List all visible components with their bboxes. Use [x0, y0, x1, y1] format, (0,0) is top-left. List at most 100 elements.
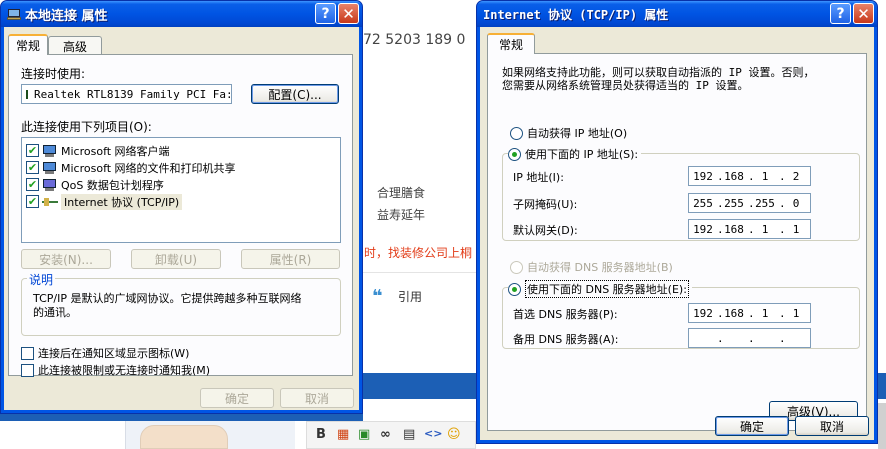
page-scrollbar[interactable]	[878, 403, 886, 449]
gateway-input[interactable]: 192. 168. 1. 1	[688, 219, 811, 239]
background-text-line1: 合理膳食	[377, 186, 426, 200]
ip-address-label: IP 地址(I):	[513, 171, 564, 184]
avatar	[140, 425, 228, 449]
list-item-label: Internet 协议 (TCP/IP)	[61, 193, 183, 210]
manual-ip-label: 使用下面的 IP 地址(S):	[525, 148, 639, 161]
color-icon[interactable]: ▦	[337, 427, 349, 442]
radio-selected[interactable]	[508, 282, 521, 296]
gateway-label: 默认网关(D):	[513, 224, 578, 237]
checkbox-unchecked[interactable]	[21, 363, 34, 377]
file-share-icon	[42, 161, 58, 175]
ip-octet-1: 192	[693, 169, 713, 183]
notify-label: 此连接被限制或无连接时通知我(M)	[38, 364, 211, 377]
left-window-titlebar[interactable]: 本地连接 属性 ? ✕	[1, 1, 362, 27]
ok-button[interactable]: 确定	[715, 416, 789, 436]
radio-selected[interactable]	[508, 147, 521, 161]
adapter-name: Realtek RTL8139 Family PCI Fa:	[34, 87, 232, 101]
ip-address-input[interactable]: 192. 168. 1. 2	[688, 166, 811, 186]
dns1-octet-4: 1	[792, 306, 800, 320]
preferred-dns-input[interactable]: 192. 168. 1. 1	[688, 303, 811, 323]
connection-properties-window: 本地连接 属性 ? ✕ 常规 高级 连接时使用: Realtek RTL8139…	[0, 0, 363, 414]
checkbox-checked[interactable]: ✔	[26, 144, 39, 157]
list-item-selected[interactable]: ✔ Internet 协议 (TCP/IP)	[26, 193, 183, 210]
quote-icon[interactable]: ❝	[372, 286, 383, 307]
checkbox-checked[interactable]: ✔	[26, 178, 39, 191]
components-list[interactable]: ✔ Microsoft 网络客户端 ✔ Microsoft 网络的文件和打印机共…	[21, 137, 341, 243]
mask-octet-2: 255	[724, 196, 744, 210]
items-label: 此连接使用下列项目(O):	[21, 120, 152, 134]
gateway-octet-2: 168	[724, 222, 744, 236]
network-connection-icon	[7, 7, 21, 21]
radio-unselected[interactable]	[510, 260, 523, 274]
right-window-client: 常规 如果网络支持此功能，则可以获取自动指派的 IP 设置。否则， 您需要从网络…	[480, 27, 874, 440]
bold-icon[interactable]: B	[316, 427, 326, 442]
gateway-octet-3: 1	[761, 222, 769, 236]
show-icon-checkbox[interactable]: 连接后在通知区域显示图标(W)	[21, 345, 189, 361]
auto-dns-radio[interactable]: 自动获得 DNS 服务器地址(B)	[510, 259, 673, 275]
help-button[interactable]: ?	[830, 3, 851, 24]
link-icon[interactable]: ∞	[380, 427, 391, 442]
tab-general[interactable]: 常规	[8, 34, 48, 55]
checkbox-checked[interactable]: ✔	[26, 195, 39, 208]
gateway-octet-4: 1	[792, 222, 800, 236]
emoji-icon[interactable]: ☺	[447, 427, 461, 442]
general-tab-panel: 连接时使用: Realtek RTL8139 Family PCI Fa: 配置…	[8, 54, 353, 378]
list-item-label: Microsoft 网络客户端	[61, 144, 170, 158]
background-blue-band	[363, 373, 476, 399]
quote-label[interactable]: 引用	[398, 288, 422, 305]
list-item[interactable]: ✔ Microsoft 网络的文件和打印机共享	[26, 159, 236, 176]
alternate-dns-label: 备用 DNS 服务器(A):	[513, 333, 619, 346]
list-item[interactable]: ✔ Microsoft 网络客户端	[26, 142, 170, 159]
manual-ip-radio[interactable]: 使用下面的 IP 地址(S):	[508, 146, 642, 162]
tcpip-properties-window: Internet 协议 (TCP/IP) 属性 ? ✕ 常规 如果网络支持此功能…	[476, 0, 878, 444]
list-item[interactable]: ✔ QoS 数据包计划程序	[26, 176, 164, 193]
subnet-mask-input[interactable]: 255. 255. 255. 0	[688, 193, 811, 213]
mask-octet-3: 255	[755, 196, 775, 210]
code-icon[interactable]: <>	[424, 427, 442, 440]
manual-dns-label: 使用下面的 DNS 服务器地址(E):	[525, 280, 689, 298]
install-button[interactable]: 安装(N)...	[21, 249, 111, 269]
cancel-button[interactable]: 取消	[795, 416, 869, 436]
intro-line2: 您需要从网络系统管理员处获得适当的 IP 设置。	[502, 79, 749, 92]
manual-dns-radio[interactable]: 使用下面的 DNS 服务器地址(E):	[508, 280, 692, 298]
uninstall-button[interactable]: 卸载(U)	[131, 249, 221, 269]
radio-unselected[interactable]	[510, 126, 523, 140]
alternate-dns-input[interactable]: . . .	[688, 328, 811, 348]
table-icon[interactable]: ▤	[403, 427, 415, 442]
cancel-button[interactable]: 取消	[280, 388, 354, 408]
right-window-title: Internet 协议 (TCP/IP) 属性	[483, 7, 669, 22]
checkbox-unchecked[interactable]	[21, 346, 34, 360]
ip-octet-2: 168	[724, 169, 744, 183]
auto-ip-label: 自动获得 IP 地址(O)	[527, 127, 628, 140]
close-button[interactable]: ✕	[853, 3, 874, 24]
left-window-title: 本地连接 属性	[25, 8, 108, 24]
ok-button[interactable]: 确定	[200, 388, 274, 408]
dns1-octet-2: 168	[724, 306, 744, 320]
image-icon[interactable]: ▣	[358, 427, 370, 442]
background-text-line2: 益寿延年	[377, 208, 426, 222]
right-window-titlebar[interactable]: Internet 协议 (TCP/IP) 属性 ? ✕	[477, 1, 877, 27]
tab-general[interactable]: 常规	[487, 33, 535, 54]
checkbox-checked[interactable]: ✔	[26, 161, 39, 174]
list-item-label: Microsoft 网络的文件和打印机共享	[61, 161, 236, 175]
help-button[interactable]: ?	[315, 3, 336, 24]
protocol-icon	[42, 195, 58, 209]
auto-ip-radio[interactable]: 自动获得 IP 地址(O)	[510, 125, 627, 141]
background-red-link[interactable]: 时，找装修公司上桐	[364, 244, 472, 261]
network-adapter-icon	[26, 89, 28, 99]
dns1-octet-1: 192	[693, 306, 713, 320]
background-phone-text: 72 5203 189 0	[363, 32, 466, 48]
general-tab-panel: 如果网络支持此功能，则可以获取自动指派的 IP 设置。否则， 您需要从网络系统管…	[487, 53, 867, 431]
qos-icon	[42, 178, 58, 192]
close-button[interactable]: ✕	[338, 3, 359, 24]
configure-button[interactable]: 配置(C)...	[251, 84, 339, 104]
notify-checkbox[interactable]: 此连接被限制或无连接时通知我(M)	[21, 362, 210, 378]
left-window-client: 常规 高级 连接时使用: Realtek RTL8139 Family PCI …	[4, 27, 359, 410]
gateway-octet-1: 192	[693, 222, 713, 236]
properties-button[interactable]: 属性(R)	[241, 249, 340, 269]
mask-octet-1: 255	[693, 196, 713, 210]
tab-advanced[interactable]: 高级	[48, 36, 102, 55]
background-separator	[363, 272, 476, 273]
description-title: 说明	[27, 271, 56, 288]
subnet-mask-label: 子网掩码(U):	[513, 198, 578, 211]
